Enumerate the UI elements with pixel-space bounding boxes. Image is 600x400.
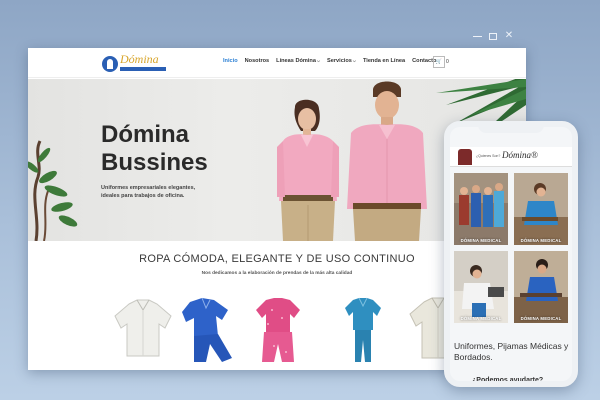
logo-text: Dómina [120, 52, 159, 66]
close-icon[interactable]: ✕ [504, 30, 514, 41]
cart-count: 0 [446, 59, 449, 65]
fleur-logo-icon [102, 56, 118, 72]
mobile-card-caption: DÓMINA MEDICAL [520, 238, 562, 243]
medical-worker-image [454, 251, 508, 323]
chevron-down-icon: ⌵ [316, 58, 321, 63]
restore-icon[interactable] [489, 33, 497, 40]
plant-image [28, 140, 78, 241]
hero-title: Dómina Bussines [101, 121, 208, 177]
model-man-image [347, 81, 427, 241]
product-blue-pajama[interactable] [180, 296, 240, 364]
hero-subtitle: Uniformes empresariales elegantes, ideal… [101, 185, 196, 199]
medical-worker-image [514, 251, 568, 323]
window-controls: ✕ [473, 30, 514, 41]
mobile-help-text: ¿Podemos ayudarte? [472, 377, 544, 384]
product-pink-pajama[interactable] [248, 296, 308, 364]
hero-title-line1: Dómina [101, 121, 190, 148]
medical-worker-image [514, 173, 568, 245]
mobile-card-caption: DÓMINA MEDICAL [460, 316, 502, 321]
mobile-header-subtitle: ¿Quienes Son? [476, 154, 501, 158]
mobile-card[interactable]: DÓMINA MEDICAL [514, 173, 568, 245]
nav-item-nosotros[interactable]: Nosotros [245, 58, 270, 64]
mobile-logo[interactable]: Dómina® [502, 150, 538, 160]
model-woman-image [277, 99, 339, 241]
mobile-tagline: Uniformes, Pijamas Médicas y Bordados. [454, 341, 569, 362]
site-header: Dómina Inicio Nosotros Líneas Dómina⌵ Se… [28, 48, 526, 78]
mobile-card-caption: DÓMINA MEDICAL [460, 238, 502, 243]
mobile-card[interactable]: DÓMINA MEDICAL [454, 251, 508, 323]
site-logo[interactable]: Dómina [102, 52, 168, 74]
minimize-icon[interactable] [473, 36, 482, 37]
chevron-down-icon: ⌵ [352, 58, 356, 63]
mobile-card-caption: DÓMINA MEDICAL [520, 316, 562, 321]
product-row [108, 296, 467, 366]
nav-item-tienda[interactable]: Tienda en Línea [363, 58, 405, 64]
medical-team-image [454, 173, 508, 245]
phone-notch [478, 127, 544, 133]
product-teal-scrubs[interactable] [333, 296, 393, 364]
nav-item-servicios[interactable]: Servicios⌵ [327, 58, 356, 64]
mobile-phone-preview: ¿Quienes Son? Dómina® DÓMINA MEDICAL DÓM… [444, 121, 578, 387]
cart-icon[interactable]: 🛒 [433, 56, 445, 68]
mobile-card[interactable]: DÓMINA MEDICAL [454, 173, 508, 245]
main-nav: Inicio Nosotros Líneas Dómina⌵ Servicios… [223, 58, 436, 64]
nav-item-inicio[interactable]: Inicio [223, 58, 238, 64]
mobile-header: ¿Quienes Son? Dómina® [450, 147, 572, 167]
hero-title-line2: Bussines [101, 149, 208, 176]
logo-bar [120, 67, 166, 71]
nav-item-lineas-label: Líneas Dómina [276, 58, 316, 64]
avatar [458, 149, 472, 165]
nav-item-lineas[interactable]: Líneas Dómina⌵ [276, 58, 320, 64]
mobile-card[interactable]: DÓMINA MEDICAL [514, 251, 568, 323]
nav-item-servicios-label: Servicios [327, 58, 352, 64]
product-white-blouse[interactable] [113, 296, 173, 364]
